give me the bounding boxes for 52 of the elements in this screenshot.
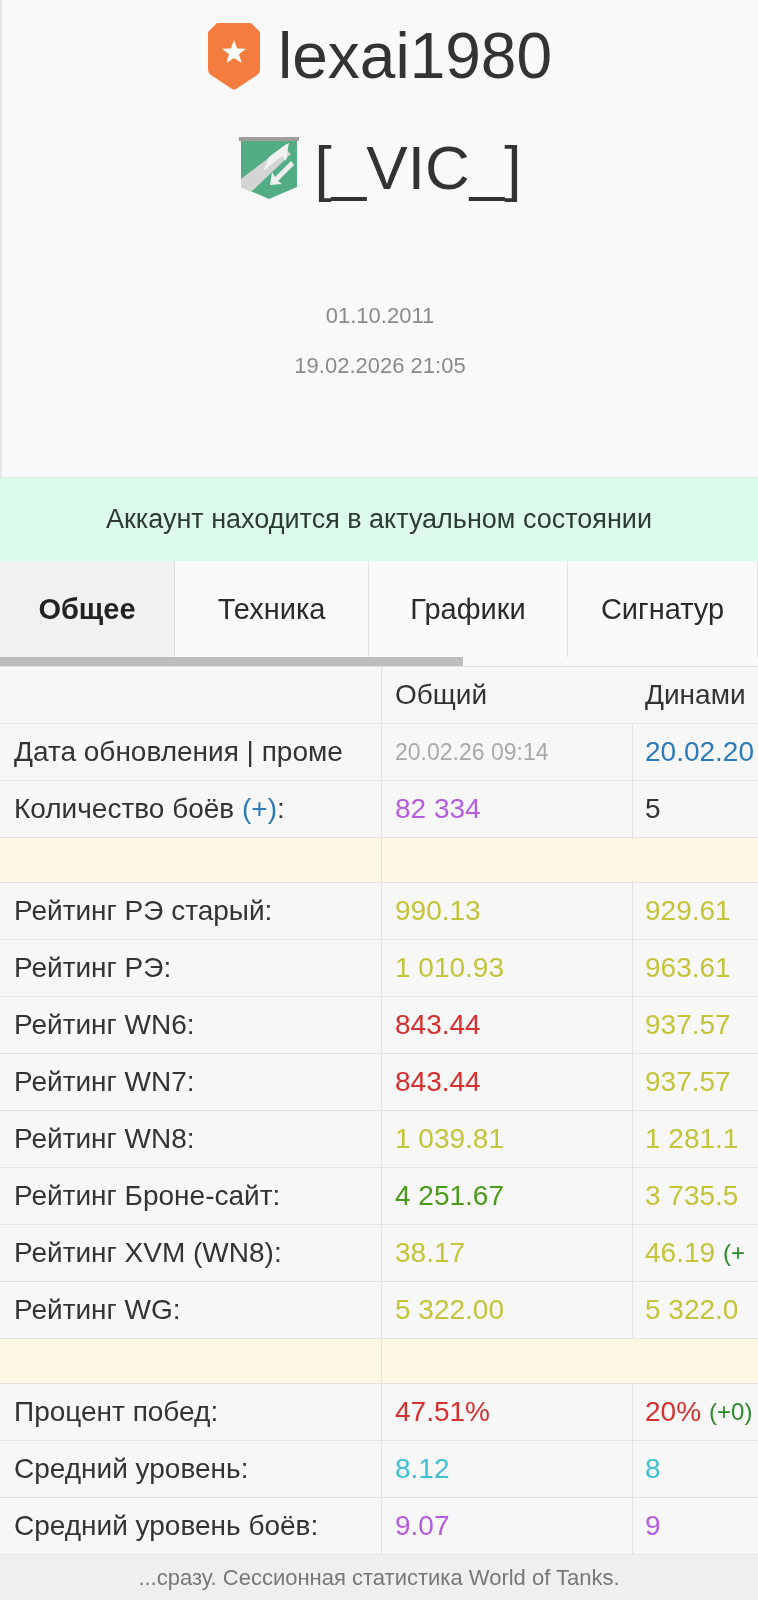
username: lexai1980	[278, 24, 552, 88]
stat-value: 963.61	[645, 954, 731, 982]
add-link[interactable]: (+)	[242, 793, 277, 824]
stat-value: 20.02.20	[645, 738, 754, 766]
stat-value: 1 010.93	[395, 954, 504, 982]
stat-value: 929.61	[645, 897, 731, 925]
row-label: Рейтинг XVM (WN8):	[14, 1239, 282, 1267]
column-header: Динами	[645, 681, 746, 709]
stat-value: 1 281.1	[645, 1125, 739, 1153]
row-label: Рейтинг WN8:	[14, 1125, 195, 1153]
stat-value: 20.02.26 09:14	[395, 740, 549, 764]
row-label: Количество боёв (+):	[14, 795, 285, 823]
stat-value: 38.17	[395, 1239, 466, 1267]
row-label: Рейтинг Броне-сайт:	[14, 1182, 281, 1210]
stat-value: 3 735.5	[645, 1182, 739, 1210]
row-label: Процент побед:	[14, 1398, 219, 1426]
row-label: Рейтинг РЭ:	[14, 954, 172, 982]
date-text: 01.10.2011	[325, 302, 435, 330]
stat-value: 9	[645, 1512, 661, 1540]
stat-value: 8	[645, 1455, 661, 1483]
stat-value: 82 334	[395, 795, 481, 823]
stat-change: (+0)	[709, 1400, 753, 1424]
stat-value: 843.44	[395, 1011, 481, 1039]
stat-value: 937.57	[645, 1011, 731, 1039]
stat-value: 5 322.00	[395, 1296, 504, 1324]
row-label: Рейтинг РЭ старый:	[14, 897, 273, 925]
row-label: Рейтинг WG:	[14, 1296, 181, 1324]
row-label: Рейтинг WN7:	[14, 1068, 195, 1096]
row-label: Рейтинг WN6:	[14, 1011, 195, 1039]
date-text: 19.02.2026 21:05	[294, 352, 466, 380]
stat-value: 1 039.81	[395, 1125, 504, 1153]
stat-value: 937.57	[645, 1068, 731, 1096]
stat-change: (+	[723, 1241, 746, 1265]
stat-value: 47.51%	[395, 1398, 490, 1426]
stat-value: 9.07	[395, 1512, 450, 1540]
stat-value: 4 251.67	[395, 1182, 504, 1210]
row-label: Средний уровень:	[14, 1455, 249, 1483]
stat-value: 46.19	[645, 1239, 716, 1267]
footer-text: ...сразу. Сессионная статистика World of Tanks.	[138, 1566, 620, 1589]
stat-value: 843.44	[395, 1068, 481, 1096]
star-shield-icon	[208, 22, 260, 90]
row-label: Дата обновления | проме	[14, 738, 343, 766]
stat-value: 5	[645, 795, 661, 823]
row-label: Средний уровень боёв:	[14, 1512, 319, 1540]
column-header: Общий	[395, 681, 488, 709]
stat-value: 20%	[645, 1398, 702, 1426]
tab[interactable]: Общее	[0, 561, 175, 657]
pennant-icon	[238, 136, 299, 199]
status-text: Аккаунт находится в актуальном состоянии	[105, 506, 653, 533]
stat-value: 5 322.0	[645, 1296, 739, 1324]
stat-value: 990.13	[395, 897, 481, 925]
stat-value: 8.12	[395, 1455, 450, 1483]
